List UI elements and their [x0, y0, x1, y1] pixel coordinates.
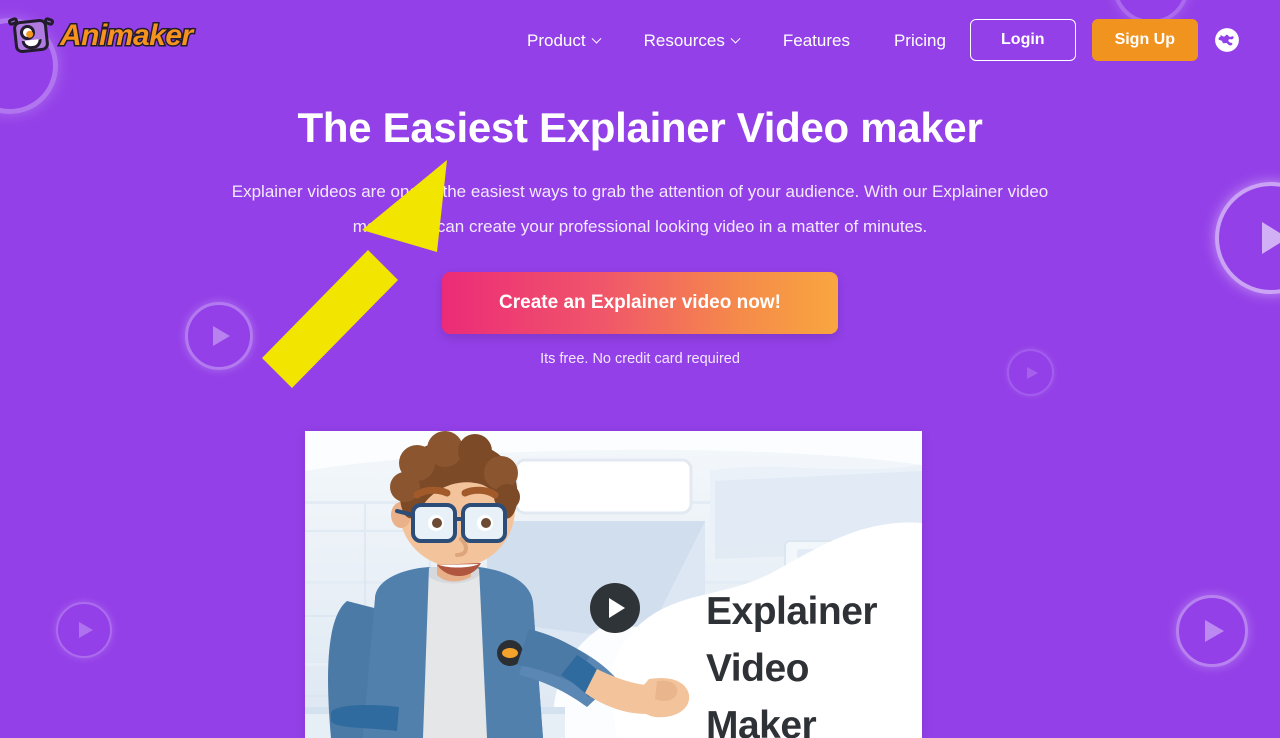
- globe-icon[interactable]: [1214, 27, 1240, 53]
- create-explainer-video-button[interactable]: Create an Explainer video now!: [442, 272, 838, 335]
- main-nav: Product Resources Features Pricing: [505, 27, 968, 55]
- hero-cta-group: Create an Explainer video now! Its free.…: [0, 272, 1280, 367]
- chevron-down-icon: [730, 33, 741, 44]
- nav-item-product-label: Product: [527, 31, 586, 50]
- nav-item-features-label: Features: [782, 31, 850, 50]
- video-caption-line-3: Maker: [706, 704, 817, 738]
- logo-wordmark: Animaker: [59, 19, 195, 52]
- play-triangle: [1026, 366, 1038, 379]
- video-caption-line-1: Explainer: [706, 590, 878, 633]
- cta-note: Its free. No credit card required: [540, 351, 740, 368]
- nav-item-features[interactable]: Features: [761, 27, 872, 55]
- play-triangle: [79, 622, 94, 638]
- auth-actions: Login Sign Up: [970, 19, 1240, 61]
- page-root: Animaker Product Resources Features Pric…: [0, 0, 1280, 738]
- animaker-monster-logo-icon: [7, 14, 55, 58]
- signup-button[interactable]: Sign Up: [1091, 19, 1198, 61]
- circle-bottom-left-play-icon: [56, 602, 112, 658]
- nav-item-pricing-label: Pricing: [893, 31, 946, 50]
- site-header: Animaker Product Resources Features Pric…: [0, 0, 1280, 80]
- circle-bottom-right-play-icon: [1176, 595, 1248, 667]
- nav-item-resources-label: Resources: [643, 31, 725, 50]
- hero-section: The Easiest Explainer Video maker Explai…: [0, 104, 1280, 367]
- video-caption: Explainer Video Maker: [706, 583, 878, 738]
- logo[interactable]: Animaker: [7, 14, 195, 58]
- page-title: The Easiest Explainer Video maker: [297, 104, 983, 151]
- video-play-button[interactable]: [590, 583, 640, 633]
- login-button[interactable]: Login: [970, 19, 1076, 61]
- play-icon: [609, 598, 625, 618]
- hero-subtitle: Explainer videos are one of the easiest …: [231, 182, 1049, 237]
- nav-item-pricing[interactable]: Pricing: [872, 27, 968, 55]
- nav-item-resources[interactable]: Resources: [622, 27, 761, 55]
- chevron-down-icon: [591, 33, 602, 44]
- nav-item-product[interactable]: Product: [505, 27, 622, 55]
- play-triangle: [1205, 620, 1225, 642]
- video-caption-line-2: Video: [706, 647, 809, 690]
